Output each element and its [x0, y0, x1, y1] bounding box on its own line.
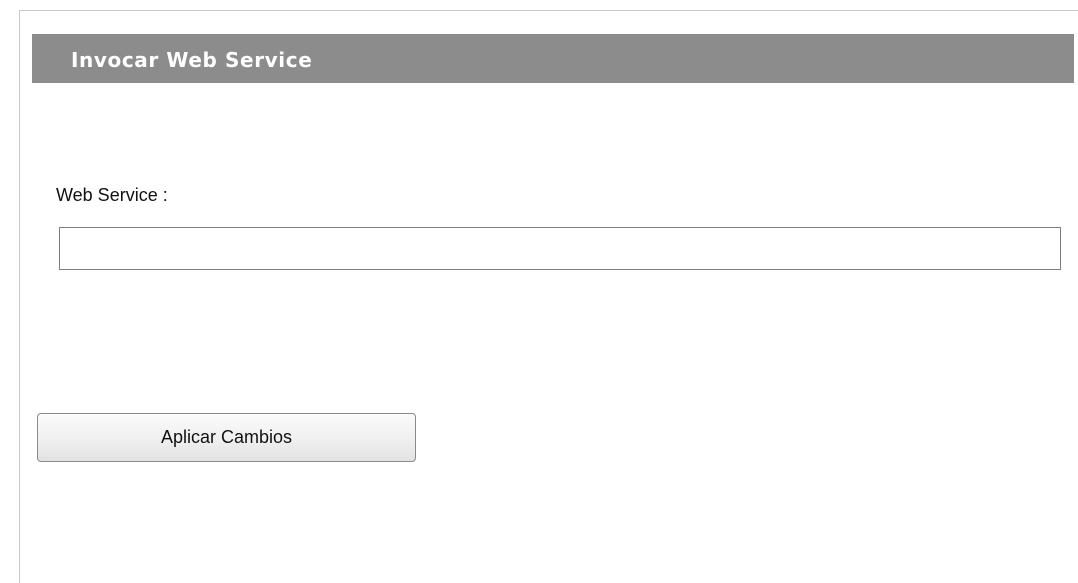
- section-title: Invocar Web Service: [71, 48, 313, 72]
- web-service-input[interactable]: [59, 227, 1061, 270]
- apply-changes-button[interactable]: Aplicar Cambios: [37, 413, 416, 462]
- web-service-label: Web Service :: [56, 185, 168, 205]
- content-panel: [19, 10, 1078, 583]
- section-header: Invocar Web Service: [32, 34, 1074, 83]
